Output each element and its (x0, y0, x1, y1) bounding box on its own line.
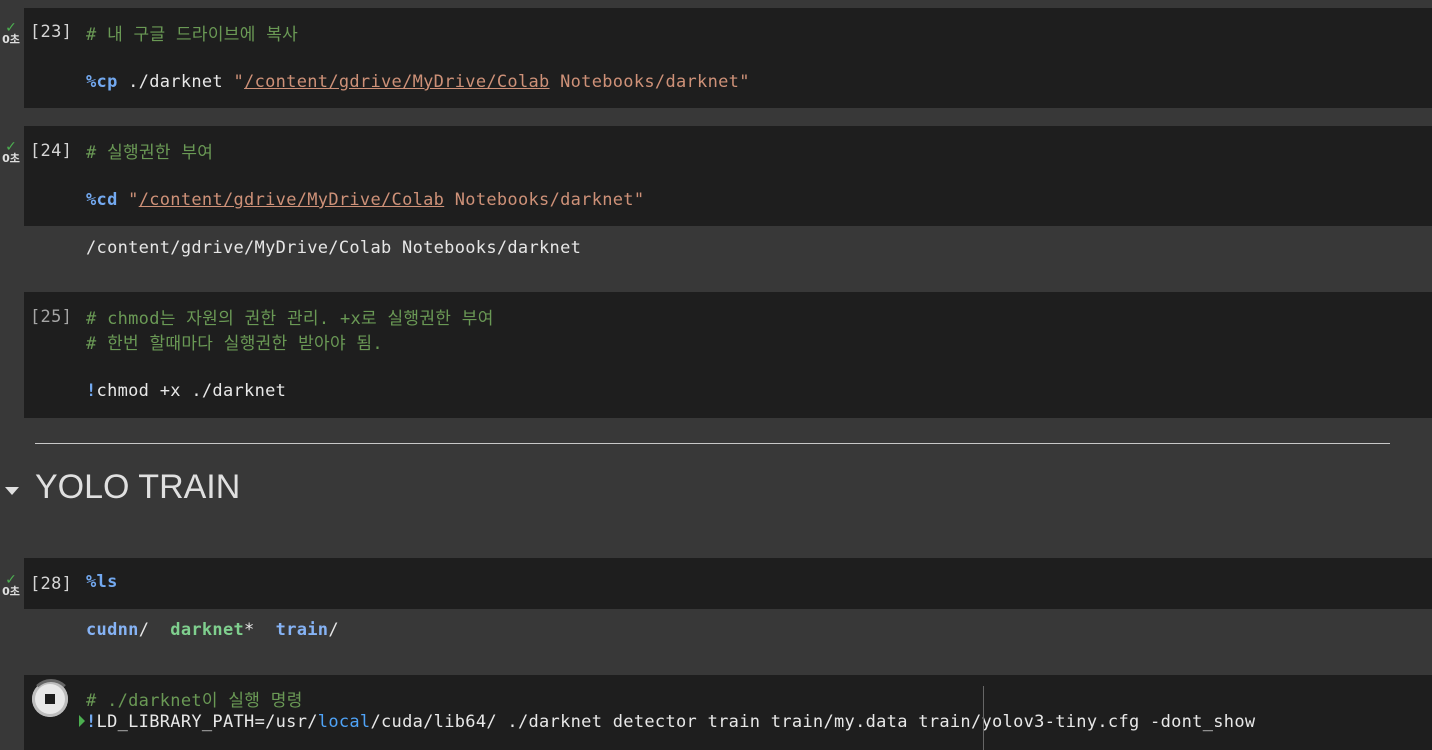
exec-time: 0초 (2, 152, 20, 165)
exec-status-24: ✓ 0초 (0, 140, 22, 165)
dir-entry: train (275, 620, 329, 640)
shell-bang: ! (86, 712, 97, 732)
stop-square (45, 694, 55, 704)
magic-command[interactable]: %ls (86, 572, 118, 592)
cell-output-24 (24, 226, 1432, 290)
code-comment: # 실행권한 부여 (86, 143, 214, 163)
cell-prompt: [23] (30, 22, 73, 42)
path-link[interactable]: /content/gdrive/MyDrive/Colab (244, 72, 550, 92)
run-indicator-icon (79, 715, 85, 727)
text-cursor (983, 686, 984, 750)
cell-prompt: [28] (30, 574, 73, 594)
dir-entry: cudnn (86, 620, 139, 640)
exec-time: 0초 (2, 33, 20, 46)
cell-output-28 (24, 609, 1432, 673)
code-cell-28[interactable] (24, 558, 1432, 609)
code-cell-24[interactable] (24, 126, 1432, 226)
section-title: YOLO TRAIN (35, 468, 241, 506)
shell-bang: ! (86, 381, 97, 401)
cell-prompt: [24] (30, 141, 73, 161)
exec-status-23: ✓ 0초 (0, 21, 22, 46)
cell-prompt: [25] (30, 307, 73, 327)
magic-command: %cd (86, 190, 118, 210)
output-text: /content/gdrive/MyDrive/Colab Notebooks/… (86, 238, 582, 258)
executable-entry: darknet (170, 620, 245, 640)
magic-command: %cp (86, 72, 118, 92)
ls-output: cudnn/ darknet* train/ (86, 620, 339, 640)
code-comment: # chmod는 자원의 권한 관리. +x로 실행권한 부여 (86, 309, 494, 329)
exec-time: 0초 (2, 585, 20, 598)
section-divider (35, 443, 1390, 444)
code-line[interactable]: !LD_LIBRARY_PATH=/usr/local/cuda/lib64/ … (86, 712, 1255, 732)
stop-icon[interactable] (30, 679, 72, 717)
code-line[interactable]: %cd "/content/gdrive/MyDrive/Colab Noteb… (86, 190, 644, 210)
code-comment: # 내 구글 드라이브에 복사 (86, 25, 299, 45)
path-link[interactable]: /content/gdrive/MyDrive/Colab (139, 190, 445, 210)
caret-down-icon[interactable] (5, 487, 19, 495)
code-line[interactable]: %cp ./darknet "/content/gdrive/MyDrive/C… (86, 72, 750, 92)
code-comment: # 한번 할때마다 실행권한 받아야 됨. (86, 334, 383, 354)
code-line[interactable]: !chmod +x ./darknet (86, 381, 286, 401)
exec-status-28: ✓ 0초 (0, 573, 22, 598)
code-comment: # ./darknet이 실행 명령 (86, 691, 303, 711)
